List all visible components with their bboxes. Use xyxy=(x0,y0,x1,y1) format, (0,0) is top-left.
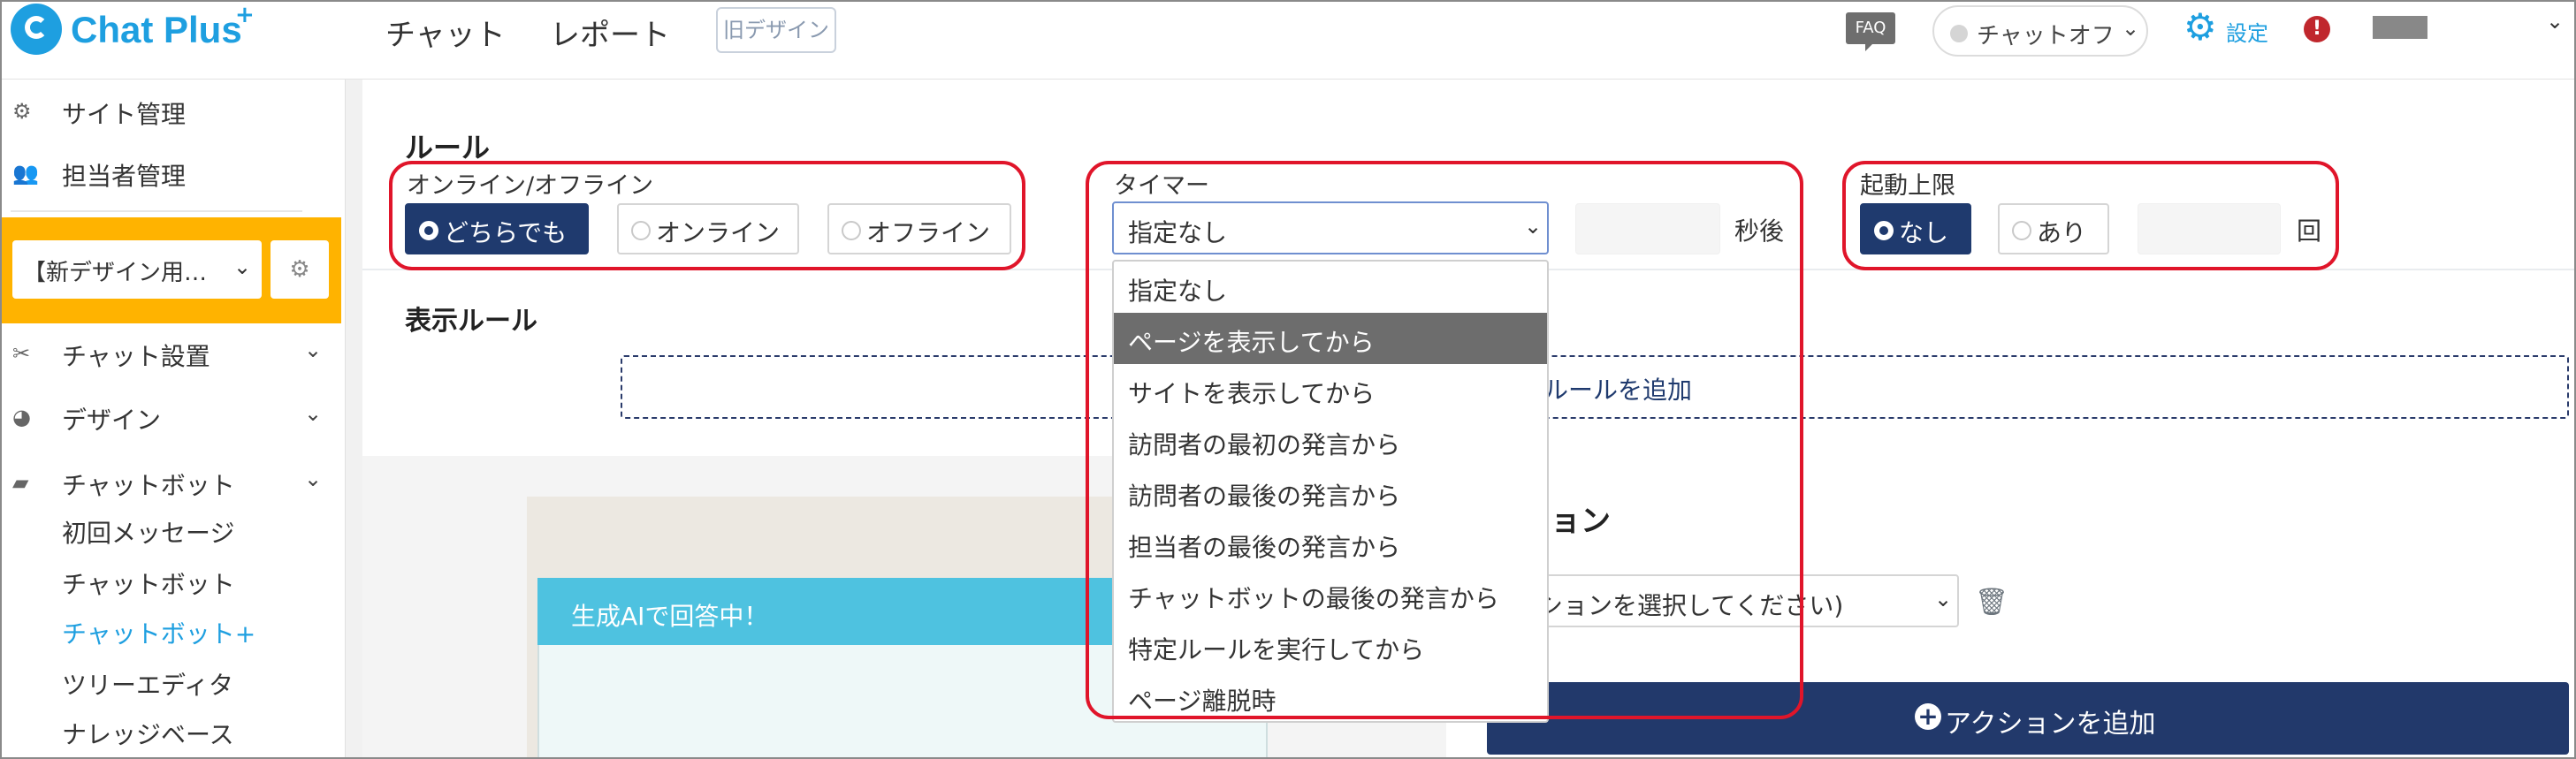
sidebar-item-design[interactable]: ◕ デザイン ⌄ xyxy=(0,392,345,442)
trash-icon[interactable]: 🗑 xyxy=(1975,587,2008,618)
sidebar-item-site-management[interactable]: ⚙ サイト管理 xyxy=(0,87,345,136)
chat-status-toggle[interactable]: チャットオフ ⌄ xyxy=(1932,5,2148,57)
site-select-value: 【新デザイン用… xyxy=(23,260,208,286)
chat-status-label: チャットオフ xyxy=(1977,23,2115,49)
chevron-down-icon: ⌄ xyxy=(304,338,323,362)
sidebar-scrollbar[interactable] xyxy=(345,80,362,759)
user-name-redacted[interactable] xyxy=(2373,16,2427,39)
nav-chat[interactable]: チャット xyxy=(385,11,506,54)
sidebar-item-label: デザイン xyxy=(62,406,162,435)
highlight-launch-limit xyxy=(1842,161,2339,270)
chat-preview-title: 生成AIで回答中！ xyxy=(571,602,769,631)
status-dot-icon xyxy=(1950,25,1968,42)
tools-icon: ✂ xyxy=(12,341,31,366)
logo-text: Chat Plus xyxy=(71,9,242,50)
sidebar-sub-first-message[interactable]: 初回メッセージ xyxy=(62,514,234,550)
sidebar-item-chat-install[interactable]: ✂ チャット設置 ⌄ xyxy=(0,329,345,378)
palette-icon: ◕ xyxy=(12,405,31,429)
display-rule-title: 表示ルール xyxy=(405,306,537,337)
site-settings-gear-icon[interactable]: ⚙ xyxy=(271,240,329,299)
sidebar-item-label: チャット設置 xyxy=(62,342,210,371)
settings-gear-icon[interactable]: ⚙ xyxy=(2184,9,2217,46)
old-design-button[interactable]: 旧デザイン xyxy=(716,7,836,53)
sidebar-sub-knowledge-base[interactable]: ナレッジベース xyxy=(62,716,234,751)
highlight-timer xyxy=(1086,161,1803,719)
sidebar-item-chatbot[interactable]: ▰ チャットボット ⌄ xyxy=(0,458,345,507)
site-select-dropdown[interactable]: 【新デザイン用… ⌄ xyxy=(12,240,262,299)
alert-icon[interactable]: ! xyxy=(2304,16,2330,42)
chevron-down-icon: ⌄ xyxy=(304,467,323,491)
users-icon: 👥 xyxy=(12,161,39,186)
sidebar-sub-chatbot-plus[interactable]: チャットボット+ xyxy=(62,615,255,650)
faq-icon[interactable]: FAQ xyxy=(1846,12,1895,51)
gear-icon: ⚙ xyxy=(12,99,32,124)
sidebar-divider xyxy=(11,210,302,212)
top-header: Chat Plus + チャット レポート 旧デザイン FAQ チャットオフ ⌄… xyxy=(0,0,2576,80)
chevron-down-icon: ⌄ xyxy=(2122,16,2140,41)
settings-link[interactable]: 設定 xyxy=(2226,16,2268,47)
chevron-down-icon: ⌄ xyxy=(304,401,323,426)
logo-plus: + xyxy=(235,2,255,28)
sidebar-item-label: サイト管理 xyxy=(62,100,187,129)
nav-report[interactable]: レポート xyxy=(550,11,670,54)
logo-icon xyxy=(11,4,62,55)
plus-circle-icon: + xyxy=(1915,703,1941,730)
chevron-down-icon: ⌄ xyxy=(1934,587,1953,611)
user-chevron-icon[interactable]: ⌄ xyxy=(2546,9,2564,34)
chat-icon: ▰ xyxy=(12,470,29,495)
sidebar-sub-tree-editor[interactable]: ツリーエディタ xyxy=(62,666,233,702)
chevron-down-icon: ⌄ xyxy=(233,254,252,279)
add-action-label: アクションを追加 xyxy=(1945,709,2156,740)
highlight-online-offline xyxy=(389,161,1025,270)
sidebar-sub-chatbot[interactable]: チャットボット xyxy=(62,565,235,601)
sidebar-item-label: 担当者管理 xyxy=(62,162,187,191)
sidebar-item-staff-management[interactable]: 👥 担当者管理 xyxy=(0,148,345,198)
sidebar-item-label: チャットボット xyxy=(62,471,235,500)
